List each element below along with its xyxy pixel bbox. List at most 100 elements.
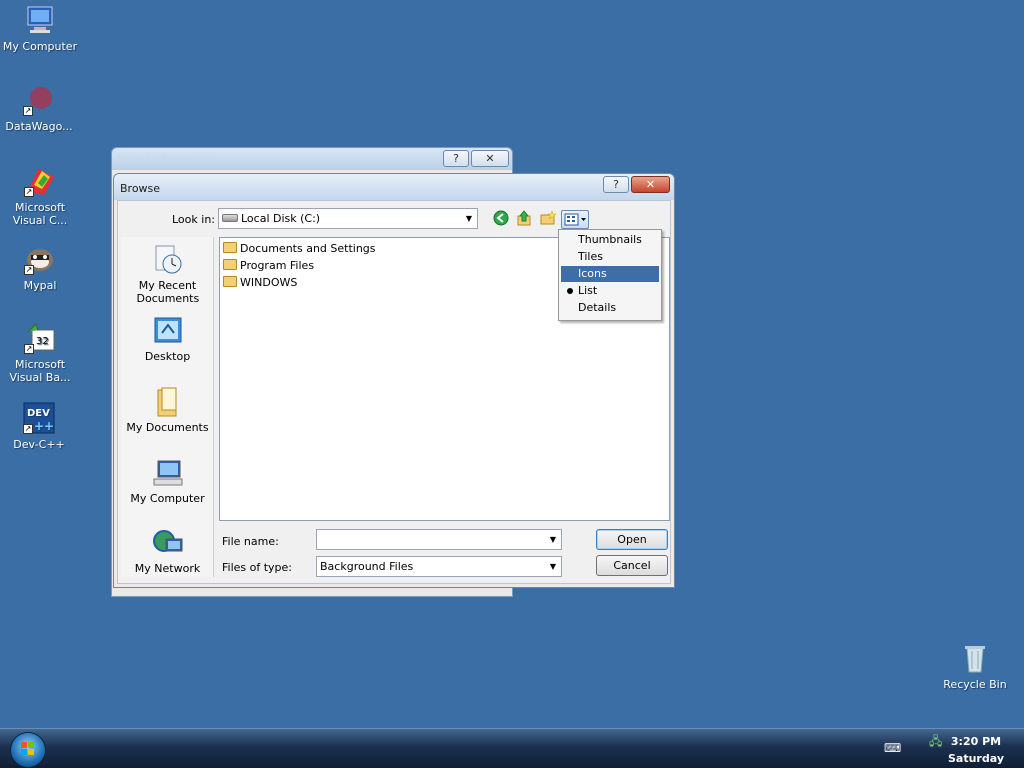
desktop-icon-dev-cpp[interactable]: DEV ++ ↗ Dev-C++ [0, 402, 79, 451]
place-my-network[interactable]: My Network [121, 527, 214, 575]
title-bar: Browse ? ✕ [114, 174, 674, 200]
help-button[interactable]: ? [443, 150, 469, 167]
network-icon[interactable]: 🖧 [929, 732, 942, 753]
menu-item-label: Icons [578, 267, 607, 280]
place-my-documents[interactable]: My Documents [121, 386, 214, 434]
close-icon: ✕ [645, 178, 656, 191]
back-button[interactable] [492, 210, 510, 228]
open-button-label: Open [617, 533, 647, 546]
place-label: My Network [134, 562, 201, 575]
desktop-icon-visual-basic[interactable]: 32 ↗ Microsoft Visual Ba... [0, 322, 80, 384]
desktop-icon-recycle-bin[interactable]: Recycle Bin [935, 642, 1015, 691]
help-button[interactable]: ? [603, 176, 629, 193]
taskbar: ⌨ 🖧 3:20 PM Saturday [0, 728, 1024, 768]
back-arrow-icon [493, 210, 509, 226]
chevron-down-icon: ▼ [465, 214, 473, 223]
shortcut-arrow-icon: ↗ [24, 187, 34, 197]
chevron-down-icon: ▼ [549, 535, 557, 544]
clock-time: 3:20 PM [950, 735, 1002, 748]
new-folder-icon [540, 210, 557, 225]
start-button[interactable] [10, 732, 46, 768]
cancel-button-label: Cancel [613, 559, 651, 572]
clock[interactable]: 3:20 PM Saturday [948, 733, 1004, 767]
window-title: Display Properties [117, 153, 217, 166]
look-in-label: Look in: [172, 213, 215, 226]
file-name-label: File name: [222, 535, 279, 548]
cancel-button[interactable]: Cancel [596, 555, 668, 576]
close-button[interactable]: ✕ [631, 176, 670, 193]
clock-day: Saturday [948, 752, 1004, 765]
view-menu-button[interactable] [561, 210, 589, 229]
desktop-icon-label: Mypal [23, 279, 57, 292]
svg-text:DEV: DEV [27, 408, 50, 419]
title-bar: Display Properties ? ✕ [112, 148, 512, 170]
desktop-icon-label: Microsoft Visual C... [12, 201, 68, 227]
shortcut-arrow-icon: ↗ [23, 106, 33, 116]
close-button[interactable]: ✕ [471, 150, 509, 167]
keyboard-icon[interactable]: ⌨ [884, 741, 901, 755]
look-in-value: Local Disk (C:) [241, 212, 321, 225]
shortcut-arrow-icon: ↗ [24, 344, 34, 354]
desktop-icon-mypal[interactable]: ↗ Mypal [0, 243, 80, 292]
place-my-computer[interactable]: My Computer [121, 457, 214, 505]
menu-item-icons[interactable]: Icons [561, 266, 659, 282]
list-item[interactable]: WINDOWS [223, 275, 297, 291]
recent-documents-icon [152, 244, 184, 276]
folder-icon [223, 276, 237, 287]
place-label: My Recent Documents [136, 279, 200, 305]
close-icon: ✕ [485, 152, 495, 165]
menu-item-thumbnails[interactable]: Thumbnails [561, 232, 659, 248]
selected-bullet-icon [567, 288, 573, 294]
help-icon: ? [453, 152, 459, 165]
desktop-icon-visual-c[interactable]: ↗ Microsoft Visual C... [0, 165, 80, 227]
desktop-icon-label: Recycle Bin [943, 678, 1007, 691]
my-documents-icon [152, 386, 184, 418]
folder-icon [223, 242, 237, 253]
view-menu: Thumbnails Tiles Icons List Details [558, 229, 662, 321]
menu-item-label: List [578, 284, 598, 297]
datawago-icon: ↗ [23, 84, 55, 116]
place-desktop[interactable]: Desktop [121, 315, 214, 363]
list-item[interactable]: Documents and Settings [223, 241, 376, 257]
svg-text:32: 32 [36, 336, 49, 347]
folder-icon [223, 259, 237, 270]
new-folder-button[interactable] [539, 210, 557, 228]
drive-icon [222, 214, 238, 222]
file-name: Program Files [240, 259, 315, 272]
open-button[interactable]: Open [596, 529, 668, 550]
desktop-icon-datawago[interactable]: ↗ DataWago... [0, 84, 79, 133]
menu-item-label: Thumbnails [578, 233, 642, 246]
look-in-dropdown[interactable]: Local Disk (C:) ▼ [218, 208, 478, 229]
visual-basic-icon: 32 ↗ [24, 322, 56, 354]
desktop-icon-my-computer[interactable]: My Computer [0, 4, 80, 53]
file-name: Documents and Settings [240, 242, 376, 255]
menu-item-list[interactable]: List [561, 283, 659, 299]
file-name: WINDOWS [240, 276, 298, 289]
my-computer-icon [24, 4, 56, 36]
desktop-icon-label: Microsoft Visual Ba... [9, 358, 71, 384]
file-name-input[interactable]: ▼ [316, 529, 562, 550]
place-my-recent-documents[interactable]: My Recent Documents [121, 244, 214, 305]
chevron-down-icon: ▼ [549, 562, 557, 571]
desktop-icon-label: My Computer [2, 40, 78, 53]
files-of-type-dropdown[interactable]: Background Files ▼ [316, 556, 562, 577]
menu-item-label: Tiles [578, 250, 603, 263]
my-computer-icon [152, 457, 184, 489]
place-label: My Documents [126, 421, 209, 434]
svg-text:++: ++ [34, 419, 54, 433]
menu-item-label: Details [578, 301, 617, 314]
recycle-bin-icon [959, 642, 991, 674]
menu-item-tiles[interactable]: Tiles [561, 249, 659, 265]
list-item[interactable]: Program Files [223, 258, 314, 274]
menu-item-details[interactable]: Details [561, 300, 659, 316]
dev-cpp-icon: DEV ++ ↗ [23, 402, 55, 434]
shortcut-arrow-icon: ↗ [23, 424, 33, 434]
place-label: My Computer [130, 492, 205, 505]
my-network-icon [152, 527, 184, 559]
files-of-type-value: Background Files [320, 560, 414, 573]
mypal-icon: ↗ [24, 243, 56, 275]
up-folder-button[interactable] [515, 210, 533, 228]
dialog-title: Browse [120, 182, 161, 195]
visual-c-icon: ↗ [24, 165, 56, 197]
places-bar: My Recent Documents Desktop My Documents… [121, 237, 214, 577]
